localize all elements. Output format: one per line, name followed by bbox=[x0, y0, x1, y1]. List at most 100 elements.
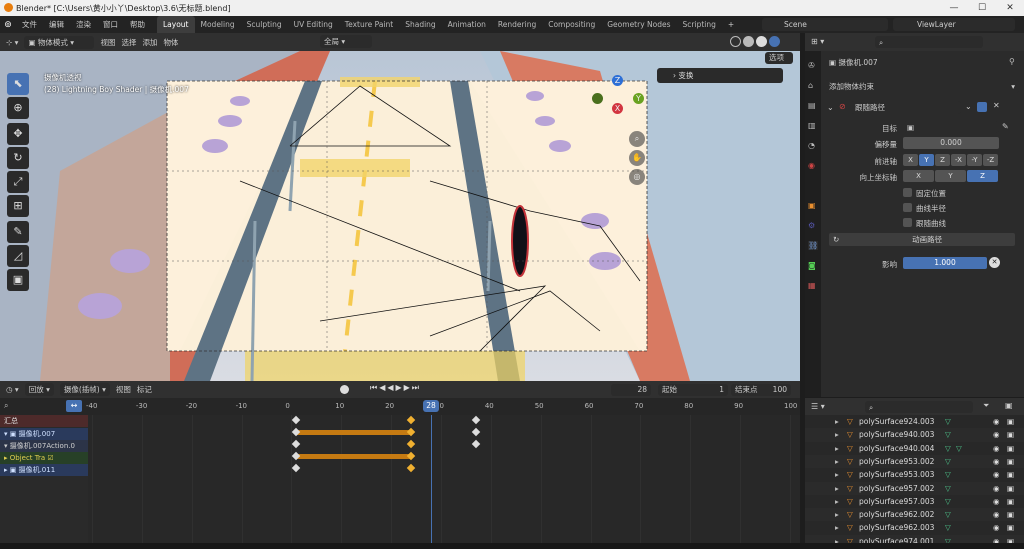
pan-hand-icon[interactable]: ✋ bbox=[629, 150, 645, 166]
annotate-tool-icon[interactable]: ✎ bbox=[7, 221, 29, 243]
channel-action[interactable]: ▾ 摄像机.007Action.0 bbox=[0, 440, 88, 452]
playback-controls[interactable]: ⏮◀◀▶▶⏭ bbox=[370, 383, 450, 396]
3d-viewport[interactable]: ⬉ ⊕ ✥ ↻ ⤢ ⊞ ✎ ◿ ▣ 摄像机透视 (28) Lightning B… bbox=[0, 51, 800, 381]
fixed-position-checkbox[interactable] bbox=[903, 188, 912, 197]
view-layer-tab-icon[interactable]: ▥ bbox=[808, 121, 816, 130]
render-camera-icon[interactable]: ▣ bbox=[1007, 508, 1014, 521]
up-axis-y[interactable]: Y bbox=[935, 170, 966, 182]
forward-axis-z[interactable]: Z bbox=[935, 154, 950, 166]
constraint-header[interactable]: ⌄ ⊘ 跟随路径 ⌄ ✕ bbox=[825, 101, 1019, 115]
playhead-frame-badge[interactable]: 28 bbox=[423, 400, 440, 412]
camera-view-icon[interactable]: ◎ bbox=[629, 169, 645, 185]
forward-axis-neg-z[interactable]: -Z bbox=[983, 154, 998, 166]
render-camera-icon[interactable]: ▣ bbox=[1007, 455, 1014, 468]
render-camera-icon[interactable]: ▣ bbox=[1007, 415, 1014, 428]
outliner-row[interactable]: ▸ ▽ polySurface953.002 ▽ ◉ ▣ bbox=[805, 454, 1024, 469]
add-workspace-button[interactable]: + bbox=[722, 16, 740, 33]
scene-tab-icon[interactable]: ◔ bbox=[808, 141, 815, 150]
end-frame-field[interactable]: 结束点 100 bbox=[731, 384, 791, 396]
outliner-search[interactable]: ⌕ bbox=[865, 401, 973, 413]
keyframe-diamond[interactable] bbox=[292, 463, 301, 473]
outliner-editor-icon[interactable]: ☰ ▾ bbox=[811, 402, 825, 411]
gizmo-x-axis[interactable]: X bbox=[612, 103, 623, 114]
texture-tab-icon[interactable]: ▦ bbox=[808, 281, 816, 290]
menu-object[interactable]: 物体 bbox=[163, 37, 178, 48]
move-tool-icon[interactable]: ✥ bbox=[7, 123, 29, 145]
tab-animation[interactable]: Animation bbox=[442, 16, 492, 33]
blender-menu-icon[interactable]: ⊚ bbox=[0, 20, 16, 30]
constraint-name-field[interactable]: 跟随路径 bbox=[851, 101, 961, 114]
scene-selector[interactable]: Scene bbox=[762, 18, 888, 31]
keyframe-diamond[interactable] bbox=[406, 439, 416, 449]
up-axis-x[interactable]: X bbox=[903, 170, 934, 182]
start-frame-field[interactable]: 起始 1 bbox=[658, 384, 728, 396]
animate-path-button[interactable]: ↻ 动画路径 bbox=[829, 233, 1015, 246]
menu-file[interactable]: 文件 bbox=[16, 16, 43, 33]
object-tab-icon[interactable]: ▣ bbox=[808, 201, 816, 210]
eyedropper-icon[interactable]: ✎ bbox=[1002, 122, 1009, 131]
menu-render[interactable]: 渲染 bbox=[70, 16, 97, 33]
gizmo-z-axis[interactable]: Z bbox=[612, 75, 623, 86]
expand-arrow-icon[interactable]: ▸ bbox=[835, 428, 839, 441]
render-camera-icon[interactable]: ▣ bbox=[1007, 442, 1014, 455]
expand-arrow-icon[interactable]: ▸ bbox=[835, 495, 839, 508]
channel-camera-007[interactable]: ▾ ▣ 摄像机.007 bbox=[0, 428, 88, 440]
filter-icon[interactable]: ⏷ bbox=[983, 401, 989, 411]
viewport-shading-buttons[interactable] bbox=[730, 36, 785, 48]
render-tab-icon[interactable]: ⌂ bbox=[808, 81, 813, 90]
visibility-eye-icon[interactable]: ◉ bbox=[993, 428, 1000, 441]
render-camera-icon[interactable]: ▣ bbox=[1007, 428, 1014, 441]
clock-icon[interactable]: ◷ ▾ bbox=[6, 385, 19, 394]
tab-uv-editing[interactable]: UV Editing bbox=[288, 16, 339, 33]
keyframe-diamond[interactable] bbox=[471, 427, 481, 437]
render-camera-icon[interactable]: ▣ bbox=[1007, 482, 1014, 495]
measure-tool-icon[interactable]: ◿ bbox=[7, 245, 29, 267]
pin-icon[interactable]: ⚲ bbox=[1009, 57, 1015, 66]
visibility-eye-icon[interactable]: ◉ bbox=[993, 442, 1000, 455]
select-tool-icon[interactable]: ⬉ bbox=[7, 73, 29, 95]
properties-search[interactable]: ⌕ bbox=[875, 36, 983, 48]
tab-scripting[interactable]: Scripting bbox=[677, 16, 722, 33]
outliner-row[interactable]: ▸ ▽ polySurface957.003 ▽ ◉ ▣ bbox=[805, 494, 1024, 509]
keyframe-area[interactable] bbox=[88, 415, 800, 543]
solid-shading-icon[interactable] bbox=[743, 36, 754, 47]
expand-arrow-icon[interactable]: ▸ bbox=[835, 455, 839, 468]
close-button[interactable]: ✕ bbox=[996, 0, 1024, 16]
visibility-eye-icon[interactable]: ◉ bbox=[993, 482, 1000, 495]
gizmo-y-axis[interactable]: Y bbox=[633, 93, 644, 104]
outliner-row[interactable]: ▸ ▽ polySurface957.002 ▽ ◉ ▣ bbox=[805, 481, 1024, 495]
channel-camera-011[interactable]: ▸ ▣ 摄像机.011 bbox=[0, 464, 88, 476]
visibility-eye-icon[interactable]: ◉ bbox=[993, 468, 1000, 481]
material-shading-icon[interactable] bbox=[756, 36, 767, 47]
maximize-button[interactable]: ☐ bbox=[968, 0, 996, 16]
visibility-eye-icon[interactable]: ◉ bbox=[993, 508, 1000, 521]
menu-edit[interactable]: 编辑 bbox=[43, 16, 70, 33]
outliner-row[interactable]: ▸ ▽ polySurface962.003 ▽ ◉ ▣ bbox=[805, 521, 1024, 535]
tab-sculpting[interactable]: Sculpting bbox=[241, 16, 288, 33]
visibility-eye-icon[interactable]: ◉ bbox=[993, 521, 1000, 534]
current-frame-field[interactable]: 28 bbox=[611, 384, 651, 396]
outliner-row[interactable]: ▸ ▽ polySurface953.003 ▽ ◉ ▣ bbox=[805, 468, 1024, 482]
render-camera-icon[interactable]: ▣ bbox=[1007, 495, 1014, 508]
enable-checkbox[interactable] bbox=[977, 102, 987, 112]
output-tab-icon[interactable]: ▤ bbox=[808, 101, 816, 110]
menu-timeline-view[interactable]: 视图 bbox=[116, 384, 131, 395]
rotate-tool-icon[interactable]: ↻ bbox=[7, 147, 29, 169]
keyframe-diamond[interactable] bbox=[292, 439, 301, 449]
keyframe-diamond[interactable] bbox=[471, 415, 481, 425]
up-axis-z[interactable]: Z bbox=[967, 170, 998, 182]
outliner-row[interactable]: ▸ ▽ polySurface924.003 ▽ ◉ ▣ bbox=[805, 415, 1024, 429]
tab-geometry-nodes[interactable]: Geometry Nodes bbox=[601, 16, 676, 33]
mode-dropdown[interactable]: ▣ 物体模式 ▾ bbox=[24, 35, 95, 49]
tab-layout[interactable]: Layout bbox=[157, 16, 195, 33]
viewlayer-selector[interactable]: ViewLayer bbox=[893, 18, 1015, 31]
outliner-row[interactable]: ▸ ▽ polySurface940.004 ▽ ▽ ◉ ▣ bbox=[805, 441, 1024, 455]
menu-view[interactable]: 视图 bbox=[100, 37, 115, 48]
outliner-row[interactable]: ▸ ▽ polySurface940.003 ▽ ◉ ▣ bbox=[805, 428, 1024, 442]
keyframe-diamond[interactable] bbox=[292, 415, 301, 425]
tab-rendering[interactable]: Rendering bbox=[492, 16, 542, 33]
editor-type-icon[interactable]: ⊹ ▾ bbox=[6, 38, 18, 47]
menu-window[interactable]: 窗口 bbox=[97, 16, 124, 33]
navigation-gizmo[interactable]: Z Y X bbox=[590, 73, 646, 133]
wireframe-shading-icon[interactable] bbox=[730, 36, 741, 47]
